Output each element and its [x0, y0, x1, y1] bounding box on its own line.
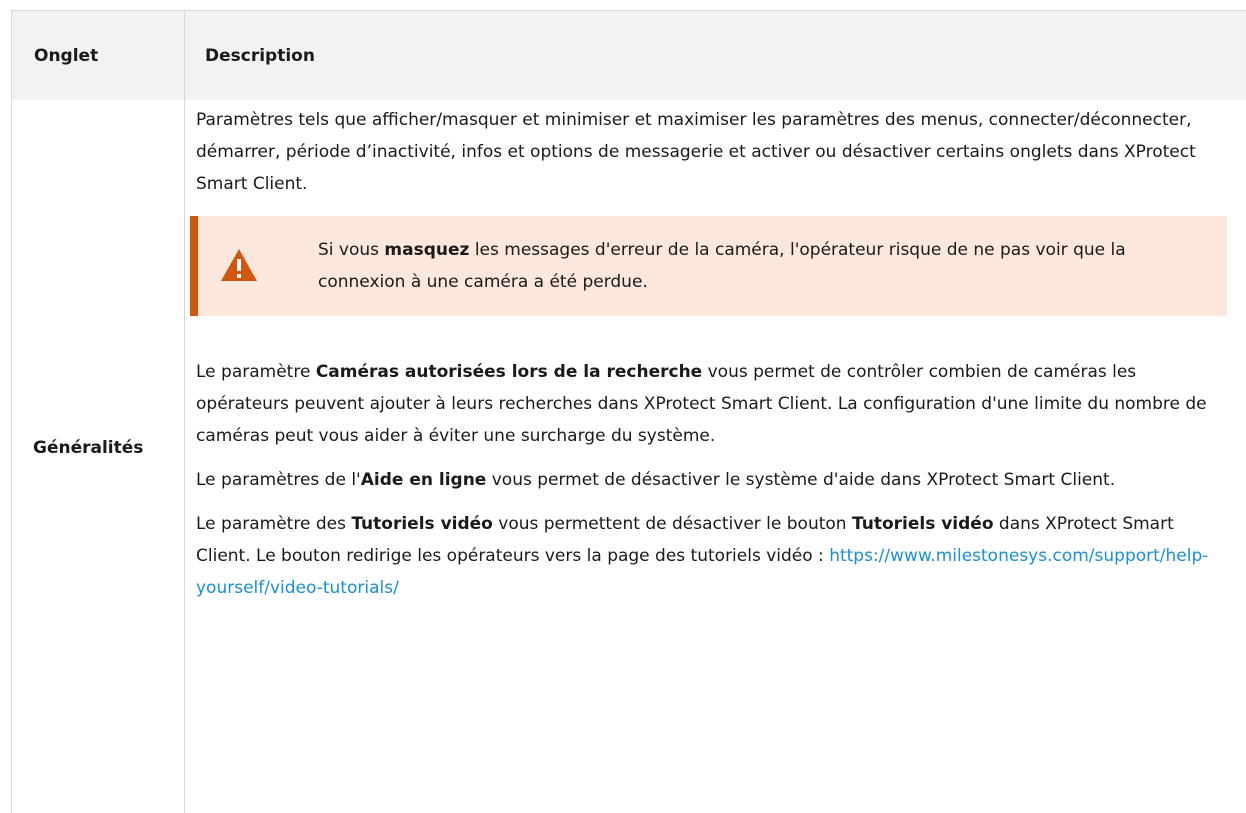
video-paragraph: Le paramètre des Tutoriels vidéo vous pe…	[196, 508, 1226, 604]
warning-text-bold: masquez	[384, 240, 470, 260]
table-left-border	[11, 10, 12, 813]
table-header-row: Onglet Description	[11, 10, 1246, 100]
video-text-middle: vous permettent de désactiver le bouton	[492, 514, 852, 534]
description-cell: Paramètres tels que afficher/masquer et …	[190, 104, 1227, 616]
cameras-text-bold: Caméras autorisées lors de la recherche	[315, 362, 703, 382]
help-paragraph: Le paramètres de l'Aide en ligne vous pe…	[196, 464, 1226, 496]
cameras-paragraph: Le paramètre Caméras autorisées lors de …	[196, 356, 1226, 452]
video-text-bold-2: Tutoriels vidéo	[851, 514, 994, 534]
help-text-bold: Aide en ligne	[360, 470, 487, 490]
video-text-before: Le paramètre des	[196, 514, 352, 534]
warning-text-before: Si vous	[318, 240, 385, 260]
warning-icon	[221, 249, 257, 281]
intro-paragraph: Paramètres tels que afficher/masquer et …	[196, 110, 1196, 194]
help-text-after: vous permet de désactiver le système d'a…	[486, 470, 1116, 490]
header-description: Description	[205, 46, 315, 66]
cameras-text-before: Le paramètre	[196, 362, 316, 382]
row-label-generalites: Généralités	[33, 438, 144, 458]
help-text-before: Le paramètres de l'	[196, 470, 361, 490]
video-text-bold-1: Tutoriels vidéo	[351, 514, 493, 534]
warning-text: Si vous masquez les messages d'erreur de…	[318, 234, 1198, 298]
column-divider	[184, 10, 185, 813]
warning-box: Si vous masquez les messages d'erreur de…	[190, 216, 1227, 316]
header-onglet: Onglet	[34, 46, 99, 66]
